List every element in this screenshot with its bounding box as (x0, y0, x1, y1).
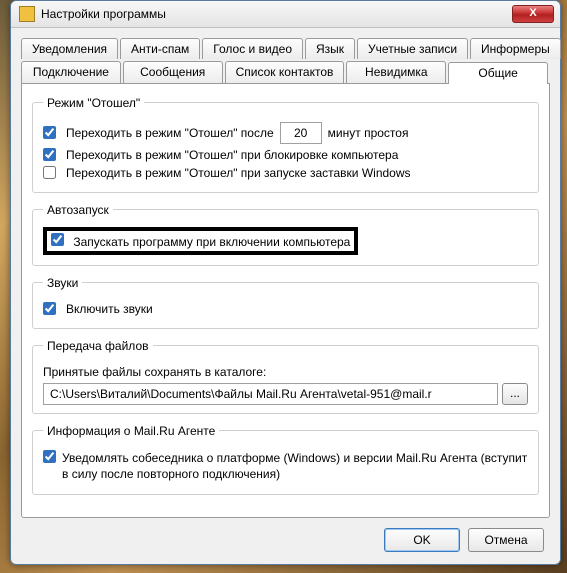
app-icon (19, 6, 35, 22)
away-minutes-input[interactable] (280, 122, 322, 144)
away-on-saver-checkbox[interactable] (43, 166, 56, 179)
away-after-checkbox[interactable] (43, 126, 56, 139)
tab-connection[interactable]: Подключение (21, 61, 121, 83)
notify-platform-checkbox[interactable] (43, 450, 56, 463)
window-title: Настройки программы (41, 7, 512, 21)
tab-voice-video[interactable]: Голос и видео (202, 38, 303, 59)
group-file-transfer: Передача файлов Принятые файлы сохранять… (32, 339, 539, 414)
client-area: Уведомления Анти-спам Голос и видео Язык… (11, 28, 560, 564)
dialog-buttons: OK Отмена (21, 518, 550, 554)
sounds-checkbox[interactable] (43, 302, 56, 315)
autorun-checkbox[interactable] (51, 233, 64, 246)
autorun-label[interactable]: Запускать программу при включении компью… (51, 233, 350, 249)
tab-messages[interactable]: Сообщения (123, 61, 223, 83)
browse-button[interactable]: ... (502, 383, 528, 405)
group-agent-info: Информация о Mail.Ru Агенте Уведомлять с… (32, 424, 539, 495)
tab-language[interactable]: Язык (305, 38, 355, 59)
group-info-legend: Информация о Mail.Ru Агенте (43, 424, 219, 438)
cancel-button[interactable]: Отмена (468, 528, 544, 552)
group-sounds: Звуки Включить звуки (32, 276, 539, 329)
group-away-mode: Режим "Отошел" Переходить в режим "Отоше… (32, 96, 539, 193)
tab-general[interactable]: Общие (448, 62, 548, 84)
away-after-label[interactable]: Переходить в режим "Отошел" после (43, 126, 274, 140)
tab-notifications[interactable]: Уведомления (21, 38, 118, 59)
file-path-input[interactable] (43, 383, 498, 405)
tab-contact-list[interactable]: Список контактов (225, 61, 345, 83)
away-on-saver-label[interactable]: Переходить в режим "Отошел" при запуске … (43, 166, 411, 180)
group-autorun: Автозапуск Запускать программу при включ… (32, 203, 539, 266)
tab-antispam[interactable]: Анти-спам (120, 38, 200, 59)
settings-window: Настройки программы X Уведомления Анти-с… (10, 0, 561, 565)
tab-accounts[interactable]: Учетные записи (357, 38, 468, 59)
tab-informers[interactable]: Информеры (470, 38, 561, 59)
sounds-label[interactable]: Включить звуки (43, 302, 153, 316)
away-minutes-suffix: минут простоя (328, 126, 409, 140)
group-file-legend: Передача файлов (43, 339, 153, 353)
tab-invisible[interactable]: Невидимка (346, 61, 446, 83)
group-autorun-legend: Автозапуск (43, 203, 113, 217)
close-button[interactable]: X (512, 5, 554, 23)
file-save-label: Принятые файлы сохранять в каталоге: (43, 365, 266, 379)
group-away-legend: Режим "Отошел" (43, 96, 144, 110)
tabstrip: Уведомления Анти-спам Голос и видео Язык… (21, 38, 550, 83)
autorun-highlight: Запускать программу при включении компью… (43, 227, 358, 255)
group-sounds-legend: Звуки (43, 276, 82, 290)
away-on-lock-checkbox[interactable] (43, 148, 56, 161)
titlebar[interactable]: Настройки программы X (11, 1, 560, 28)
notify-platform-label[interactable]: Уведомлять собеседника о платформе (Wind… (62, 450, 528, 482)
tab-panel-general: Режим "Отошел" Переходить в режим "Отоше… (21, 83, 550, 518)
away-on-lock-label[interactable]: Переходить в режим "Отошел" при блокиров… (43, 148, 398, 162)
ok-button[interactable]: OK (384, 528, 460, 552)
